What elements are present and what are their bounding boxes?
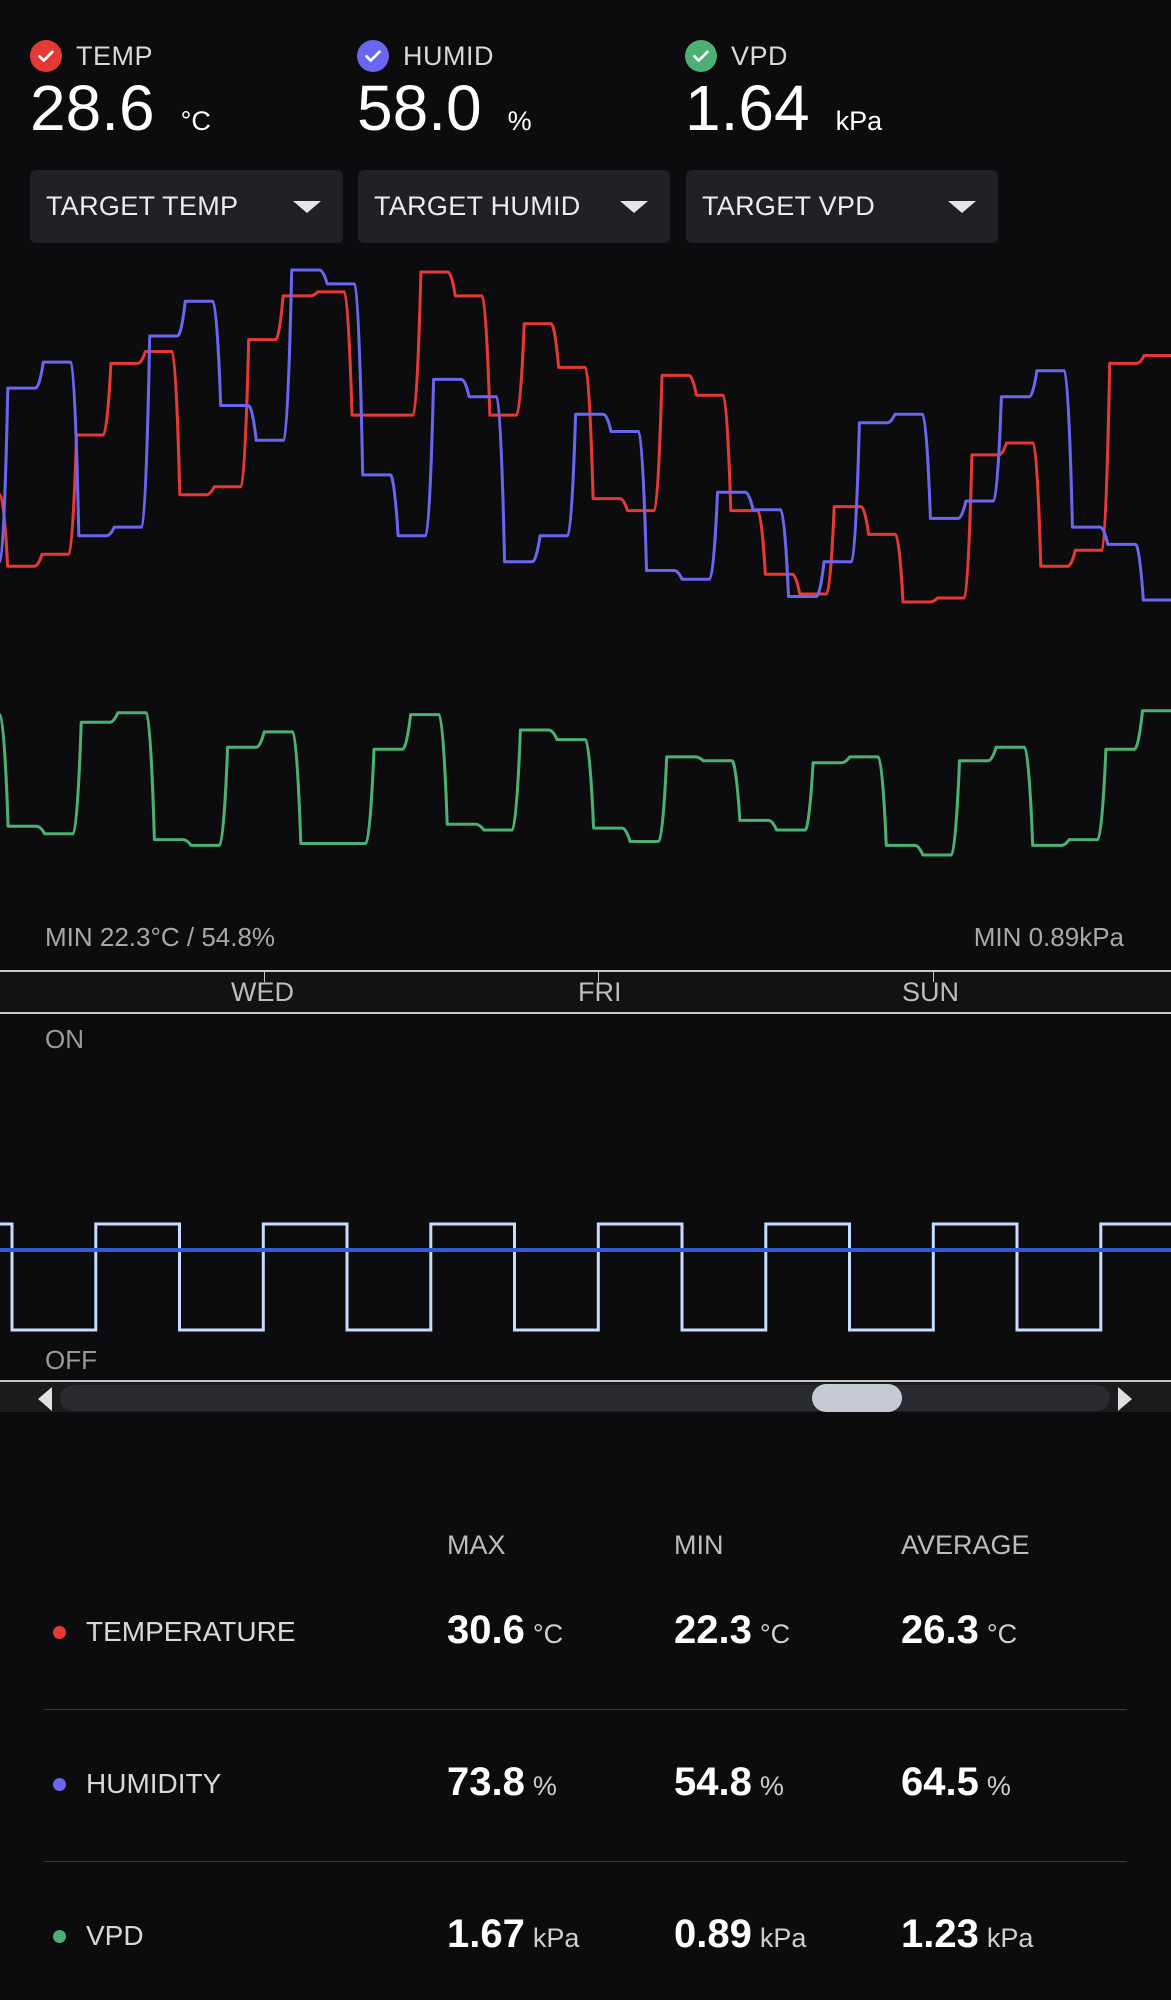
header-min: MIN xyxy=(674,1530,724,1560)
day-axis: WED FRI SUN xyxy=(0,970,1171,1014)
humid-label: HUMID xyxy=(403,40,494,71)
humid-readout[interactable]: HUMID 58.0 % xyxy=(357,40,532,150)
vpd-check-icon[interactable] xyxy=(685,40,717,72)
scroll-left-icon[interactable] xyxy=(38,1387,52,1411)
vpd-unit: kPa xyxy=(835,106,883,136)
vpd-avg-cell: 1.23 kPa xyxy=(901,1912,1034,1956)
scroll-right-icon[interactable] xyxy=(1118,1387,1132,1411)
chevron-down-icon xyxy=(948,200,976,213)
vpd-max-cell: 1.67 kPa xyxy=(447,1912,580,1956)
stat-label-temperature: TEMPERATURE xyxy=(53,1616,296,1648)
vpd-label: VPD xyxy=(731,40,789,71)
row-divider xyxy=(44,1861,1127,1862)
humid-min-cell: 54.8% xyxy=(674,1760,784,1804)
humid-check-icon[interactable] xyxy=(357,40,389,72)
temp-max-cell: 30.6 °C xyxy=(447,1608,564,1652)
vpd-series-line xyxy=(0,709,1171,857)
humidity-series-line xyxy=(0,268,1171,602)
chevron-down-icon xyxy=(620,200,648,213)
day-label-wed: WED xyxy=(231,977,294,1007)
header-average: AVERAGE xyxy=(901,1530,1030,1560)
stat-label-vpd: VPD xyxy=(53,1920,144,1952)
vpd-readout[interactable]: VPD 1.64 kPa xyxy=(685,40,882,150)
stat-label-humidity: HUMIDITY xyxy=(53,1768,221,1800)
target-vpd-label: TARGET VPD xyxy=(702,191,876,221)
target-temp-dropdown[interactable]: TARGET TEMP xyxy=(30,170,343,243)
target-temp-label: TARGET TEMP xyxy=(46,191,239,221)
min-temp-humid-label: MIN 22.3°C / 54.8% xyxy=(45,922,276,952)
vpd-dot-icon xyxy=(53,1929,66,1943)
on-label: ON xyxy=(45,1024,84,1054)
humidity-dot-icon xyxy=(53,1777,66,1791)
min-vpd-label: MIN 0.89kPa xyxy=(973,922,1124,952)
temperature-dot-icon xyxy=(53,1625,66,1639)
header-max: MAX xyxy=(447,1530,506,1560)
row-divider xyxy=(44,1709,1127,1710)
day-label-fri: FRI xyxy=(578,977,622,1007)
humid-max-cell: 73.8% xyxy=(447,1760,557,1804)
scrollbar-track[interactable] xyxy=(60,1385,1110,1411)
cycle-square-wave xyxy=(0,1222,1171,1332)
vpd-min-cell: 0.89 kPa xyxy=(674,1912,807,1956)
scrollbar-thumb[interactable] xyxy=(812,1384,902,1412)
off-label: OFF xyxy=(45,1345,97,1375)
humid-value: 58.0 xyxy=(357,72,482,144)
vpd-value: 1.64 xyxy=(685,72,810,144)
day-label-sun: SUN xyxy=(902,977,960,1007)
device-cycle-chart[interactable] xyxy=(0,1200,1171,1340)
temp-readout[interactable]: TEMP 28.6 °C xyxy=(30,40,211,150)
temp-avg-cell: 26.3 °C xyxy=(901,1608,1018,1652)
target-vpd-dropdown[interactable]: TARGET VPD xyxy=(686,170,998,243)
temp-label: TEMP xyxy=(76,40,154,71)
chevron-down-icon xyxy=(293,200,321,213)
temp-min-cell: 22.3 °C xyxy=(674,1608,791,1652)
humid-avg-cell: 64.5% xyxy=(901,1760,1011,1804)
temperature-series-line xyxy=(0,270,1171,604)
temp-value: 28.6 xyxy=(30,72,155,144)
target-humid-label: TARGET HUMID xyxy=(374,191,581,221)
temp-unit: °C xyxy=(180,106,211,136)
sensor-line-chart[interactable] xyxy=(0,250,1171,970)
humid-unit: % xyxy=(507,106,532,136)
target-humid-dropdown[interactable]: TARGET HUMID xyxy=(358,170,670,243)
temp-check-icon[interactable] xyxy=(30,40,62,72)
